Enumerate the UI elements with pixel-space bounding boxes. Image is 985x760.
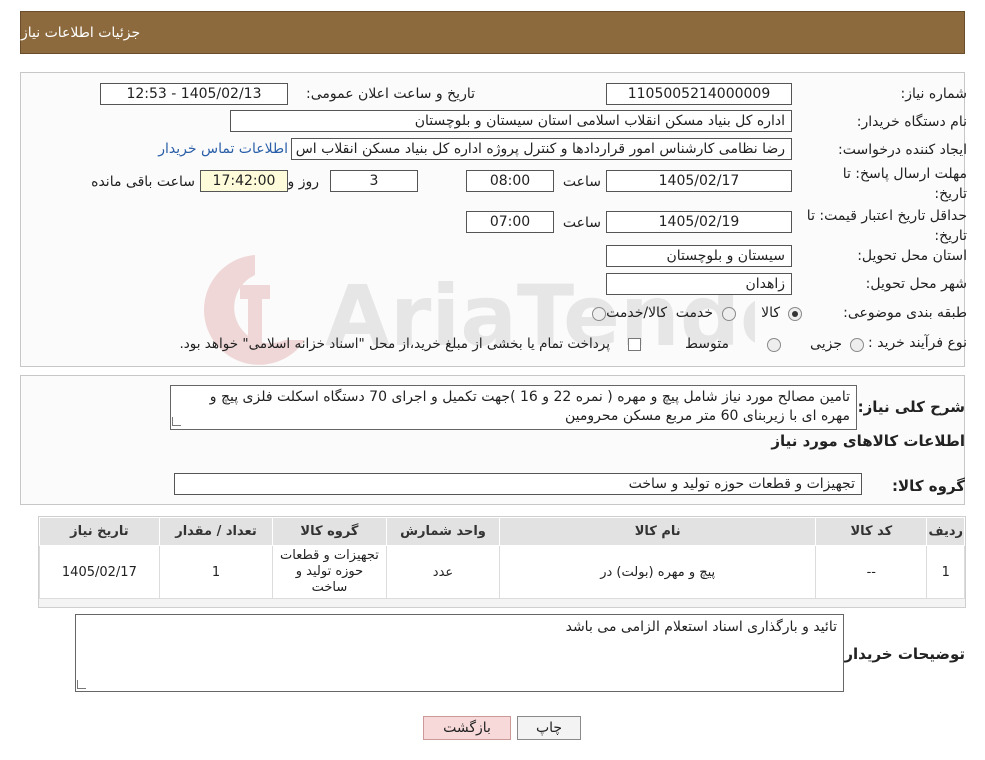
remaining-label: ساعت باقی مانده [91,174,195,190]
description-label: شرح کلی نیاز: [857,398,965,416]
col-quantity: تعداد / مقدار [158,517,274,546]
col-row-number: ردیف [926,517,965,546]
description-resize-grip[interactable] [172,417,181,426]
city-field: زاهدان [606,273,792,295]
goods-group-label: گروه کالا: [892,477,965,495]
category-radio-service[interactable] [722,307,736,321]
col-unit: واحد شمارش [385,517,501,546]
buyer-notes-textarea[interactable]: تائید و بارگذاری اسناد استعلام الزامی می… [75,614,844,692]
category-radio-goods-service[interactable] [592,307,606,321]
days-field: 3 [330,170,418,192]
category-radio-goods[interactable] [788,307,802,321]
city-label: شهر محل تحویل: [865,276,967,292]
deadline-time-label: ساعت [562,174,601,190]
buyer-org-label: نام دستگاه خریدار: [856,114,967,130]
validity-label: حداقل تاریخ اعتبار قیمت: تا تاریخ: [807,206,967,246]
province-label: استان محل تحویل: [857,248,967,264]
goods-section-title: اطلاعات کالاهای مورد نیاز [771,432,965,450]
deadline-label-line2: تاریخ: [934,186,967,202]
description-textarea[interactable]: تامین مصالح مورد نیاز شامل پیچ و مهره ( … [170,385,857,430]
deadline-label: مهلت ارسال پاسخ: تا تاریخ: [843,164,967,204]
payment-note: پرداخت تمام یا بخشی از مبلغ خرید،از محل … [179,336,610,352]
need-number-field: 1105005214000009 [606,83,792,105]
buyer-notes-text: تائید و بارگذاری اسناد استعلام الزامی می… [565,619,837,635]
announce-field: 1405/02/13 - 12:53 [100,83,288,105]
cell-need-date: 1405/02/17 [39,545,160,599]
cell-item-code: -- [815,545,928,599]
category-label: طبقه بندی موضوعی: [843,305,967,321]
col-need-date: تاریخ نیاز [39,517,160,546]
deadline-date-field: 1405/02/17 [606,170,792,192]
category-option-goods: کالا [761,305,780,321]
announce-label: تاریخ و ساعت اعلان عمومی: [306,86,475,102]
need-number-label: شماره نیاز: [900,86,968,102]
process-radio-medium[interactable] [767,338,781,352]
cell-quantity: 1 [158,545,274,599]
table-row: 1 -- پیچ و مهره (بولت) در عدد تجهیزات و … [39,545,965,599]
col-item-group: گروه کالا [272,517,387,546]
cell-row-number: 1 [926,545,965,599]
cell-item-group: تجهیزات و قطعات حوزه تولید و ساخت [272,545,387,599]
process-label: نوع فرآیند خرید : [868,335,967,351]
category-option-service: خدمت [675,305,713,321]
page-title: جزئیات اطلاعات نیاز [21,24,141,41]
buyer-contact-link[interactable]: اطلاعات تماس خریدار [158,141,288,157]
process-option-medium: متوسط [685,336,729,352]
back-button[interactable]: بازگشت [423,716,511,740]
validity-date-field: 1405/02/19 [606,211,792,233]
process-radio-minor[interactable] [850,338,864,352]
col-item-name: نام کالا [499,517,817,546]
deadline-label-line1: مهلت ارسال پاسخ: تا [842,166,967,182]
validity-label-line2: تاریخ: [934,228,967,244]
validity-label-line1: حداقل تاریخ اعتبار قیمت: تا [806,208,967,224]
deadline-time-field: 08:00 [466,170,554,192]
category-option-goods-service: کالا/خدمت [606,305,667,321]
cell-item-name: پیچ و مهره (بولت) در [499,545,817,599]
process-option-minor: جزیی [810,336,842,352]
days-label: روز و [287,174,320,190]
items-table-wrapper: ردیف کد کالا نام کالا واحد شمارش گروه کا… [38,516,966,608]
description-text: تامین مصالح مورد نیاز شامل پیچ و مهره ( … [209,389,850,424]
items-table-header: ردیف کد کالا نام کالا واحد شمارش گروه کا… [39,517,965,546]
province-field: سیستان و بلوچستان [606,245,792,267]
buyer-notes-resize-grip[interactable] [77,680,86,689]
goods-group-field: تجهیزات و قطعات حوزه تولید و ساخت [174,473,862,495]
page-header: جزئیات اطلاعات نیاز [20,11,965,54]
validity-time-field: 07:00 [466,211,554,233]
cell-unit: عدد [385,545,501,599]
validity-time-label: ساعت [562,215,601,231]
treasury-checkbox[interactable] [628,338,641,351]
items-table: ردیف کد کالا نام کالا واحد شمارش گروه کا… [39,517,965,599]
requester-label: ایجاد کننده درخواست: [838,142,967,158]
col-item-code: کد کالا [815,517,928,546]
buyer-org-field: اداره کل بنیاد مسکن انقلاب اسلامی استان … [230,110,792,132]
requester-field: رضا نظامی کارشناس امور قراردادها و کنترل… [291,138,792,160]
remaining-time-field: 17:42:00 [200,170,288,192]
buyer-notes-label: توضیحات خریدار: [838,645,965,663]
print-button[interactable]: چاپ [517,716,581,740]
